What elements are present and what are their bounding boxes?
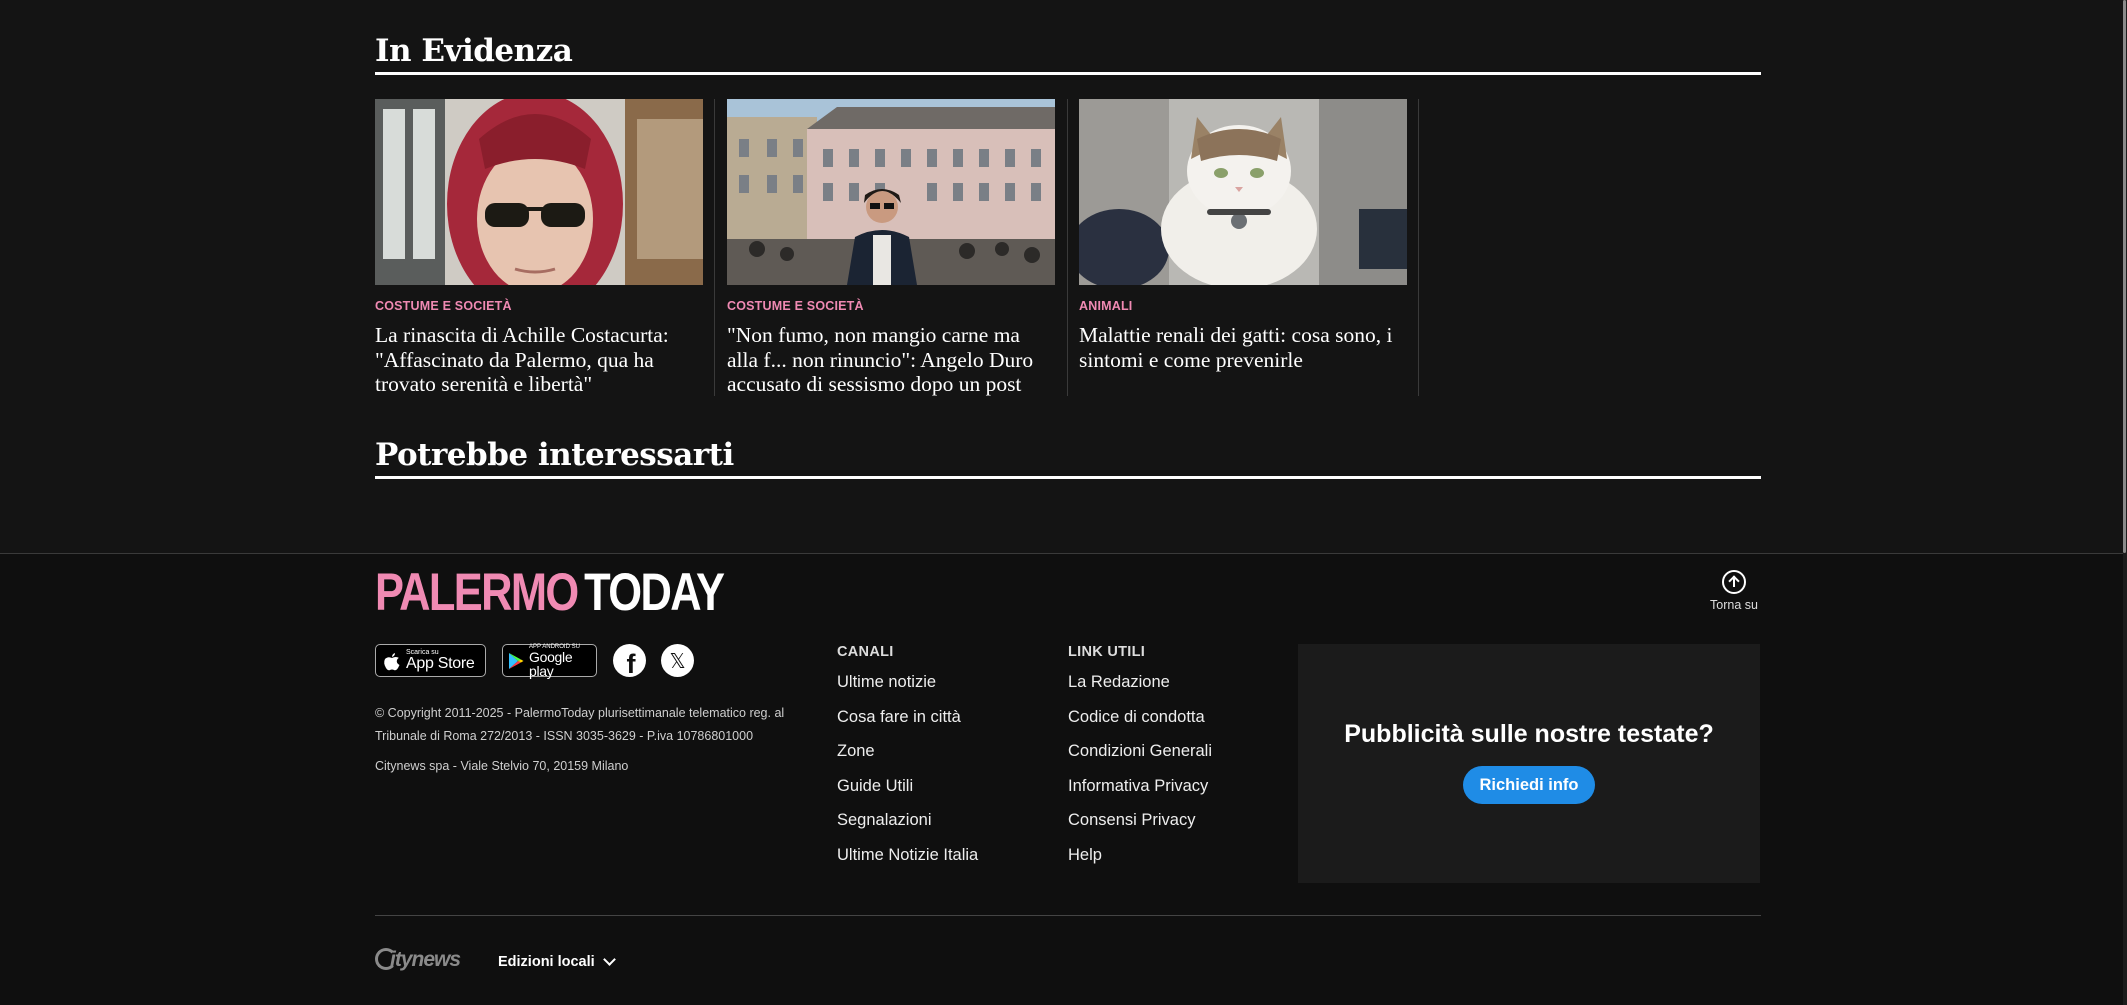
- footer-link[interactable]: Zone: [837, 740, 978, 775]
- article-category[interactable]: COSTUME E SOCIETÀ: [375, 299, 703, 313]
- x-twitter-icon[interactable]: 𝕏: [661, 644, 694, 677]
- footer-link[interactable]: Help: [1068, 844, 1212, 879]
- logo-today: TODAY: [584, 563, 725, 622]
- footer-link[interactable]: La Redazione: [1068, 671, 1212, 706]
- article-image[interactable]: [375, 99, 703, 285]
- link-utili-column: LINK UTILI La Redazione Codice di condot…: [1068, 644, 1212, 878]
- chevron-down-icon: [602, 953, 616, 966]
- section-divider: [375, 476, 1761, 479]
- link-utili-heading: LINK UTILI: [1068, 644, 1146, 660]
- article-image[interactable]: [1079, 99, 1407, 285]
- footer-link[interactable]: Informativa Privacy: [1068, 775, 1212, 810]
- section-divider: [375, 72, 1761, 75]
- google-play-icon: [509, 652, 524, 669]
- advertising-promo-box: Pubblicità sulle nostre testate? Richied…: [1298, 644, 1760, 883]
- article-headline[interactable]: La rinascita di Achille Costacurta: "Aff…: [375, 323, 703, 397]
- edizioni-locali-label: Edizioni locali: [498, 954, 595, 970]
- article-card[interactable]: COSTUME E SOCIETÀ "Non fumo, non mangio …: [727, 99, 1055, 397]
- google-play-badge[interactable]: APP ANDROID SU Google play: [502, 644, 597, 679]
- in-evidenza-section: In Evidenza COSTUME E SOCIETÀ La rinasci…: [375, 33, 1761, 396]
- footer-link[interactable]: Guide Utili: [837, 775, 978, 810]
- arrow-up-circle-icon: [1722, 570, 1746, 594]
- apple-icon: [384, 652, 400, 670]
- article-card[interactable]: ANIMALI Malattie renali dei gatti: cosa …: [1079, 99, 1407, 397]
- section-title-potrebbe-interessarti: Potrebbe interessarti: [375, 437, 734, 473]
- card-divider: [1418, 99, 1419, 396]
- article-card[interactable]: COSTUME E SOCIETÀ La rinascita di Achill…: [375, 99, 703, 397]
- promo-title: Pubblicità sulle nostre testate?: [1344, 720, 1714, 748]
- logo-palermo: PALERMO: [375, 563, 579, 622]
- footer-link[interactable]: Cosa fare in città: [837, 706, 978, 741]
- article-category[interactable]: COSTUME E SOCIETÀ: [727, 299, 1055, 313]
- google-play-text: Google play: [529, 648, 573, 679]
- footer-link[interactable]: Consensi Privacy: [1068, 809, 1212, 844]
- card-divider: [1067, 99, 1068, 396]
- facebook-icon[interactable]: f: [613, 644, 646, 679]
- canali-heading: CANALI: [837, 644, 894, 660]
- back-to-top-label: Torna su: [1710, 598, 1758, 612]
- potrebbe-interessarti-section: Potrebbe interessarti: [375, 440, 1761, 479]
- article-image[interactable]: [727, 99, 1055, 285]
- copyright-text: © Copyright 2011-2025 - PalermoToday plu…: [375, 706, 785, 743]
- footer-link[interactable]: Condizioni Generali: [1068, 740, 1212, 775]
- scrollbar-thumb[interactable]: [2123, 0, 2126, 553]
- footer-link[interactable]: Ultime notizie: [837, 671, 978, 706]
- request-info-button[interactable]: Richiedi info: [1463, 766, 1595, 804]
- footer-link[interactable]: Ultime Notizie Italia: [837, 844, 978, 879]
- footer-divider: [375, 915, 1761, 916]
- footer-link[interactable]: Segnalazioni: [837, 809, 978, 844]
- edizioni-locali-dropdown[interactable]: Edizioni locali: [498, 953, 616, 970]
- palermotoday-logo[interactable]: PALERMO TODAY: [375, 566, 725, 619]
- card-row: COSTUME E SOCIETÀ La rinascita di Achill…: [375, 99, 1431, 397]
- app-store-text: App Store: [406, 655, 475, 672]
- scrollbar[interactable]: [2123, 0, 2127, 1005]
- section-title-in-evidenza: In Evidenza: [375, 33, 573, 69]
- site-footer: PALERMO TODAY Torna su Scarica su App Stor…: [0, 553, 2123, 1005]
- article-headline[interactable]: Malattie renali dei gatti: cosa sono, i …: [1079, 323, 1407, 372]
- article-category[interactable]: ANIMALI: [1079, 299, 1407, 313]
- canali-column: CANALI Ultime notizie Cosa fare in città…: [837, 644, 978, 878]
- company-address: Citynews spa - Viale Stelvio 70, 20159 M…: [375, 759, 629, 773]
- back-to-top-button[interactable]: Torna su: [1708, 570, 1760, 612]
- citynews-wordmark: itynews: [390, 948, 461, 971]
- app-badges: Scarica su App Store APP ANDROID SU Google…: [375, 644, 709, 679]
- citynews-logo[interactable]: citynewsitynews: [375, 948, 461, 972]
- app-store-badge[interactable]: Scarica su App Store: [375, 644, 486, 677]
- article-headline[interactable]: "Non fumo, non mangio carne ma alla f...…: [727, 323, 1055, 397]
- card-divider: [714, 99, 715, 396]
- footer-link[interactable]: Codice di condotta: [1068, 706, 1212, 741]
